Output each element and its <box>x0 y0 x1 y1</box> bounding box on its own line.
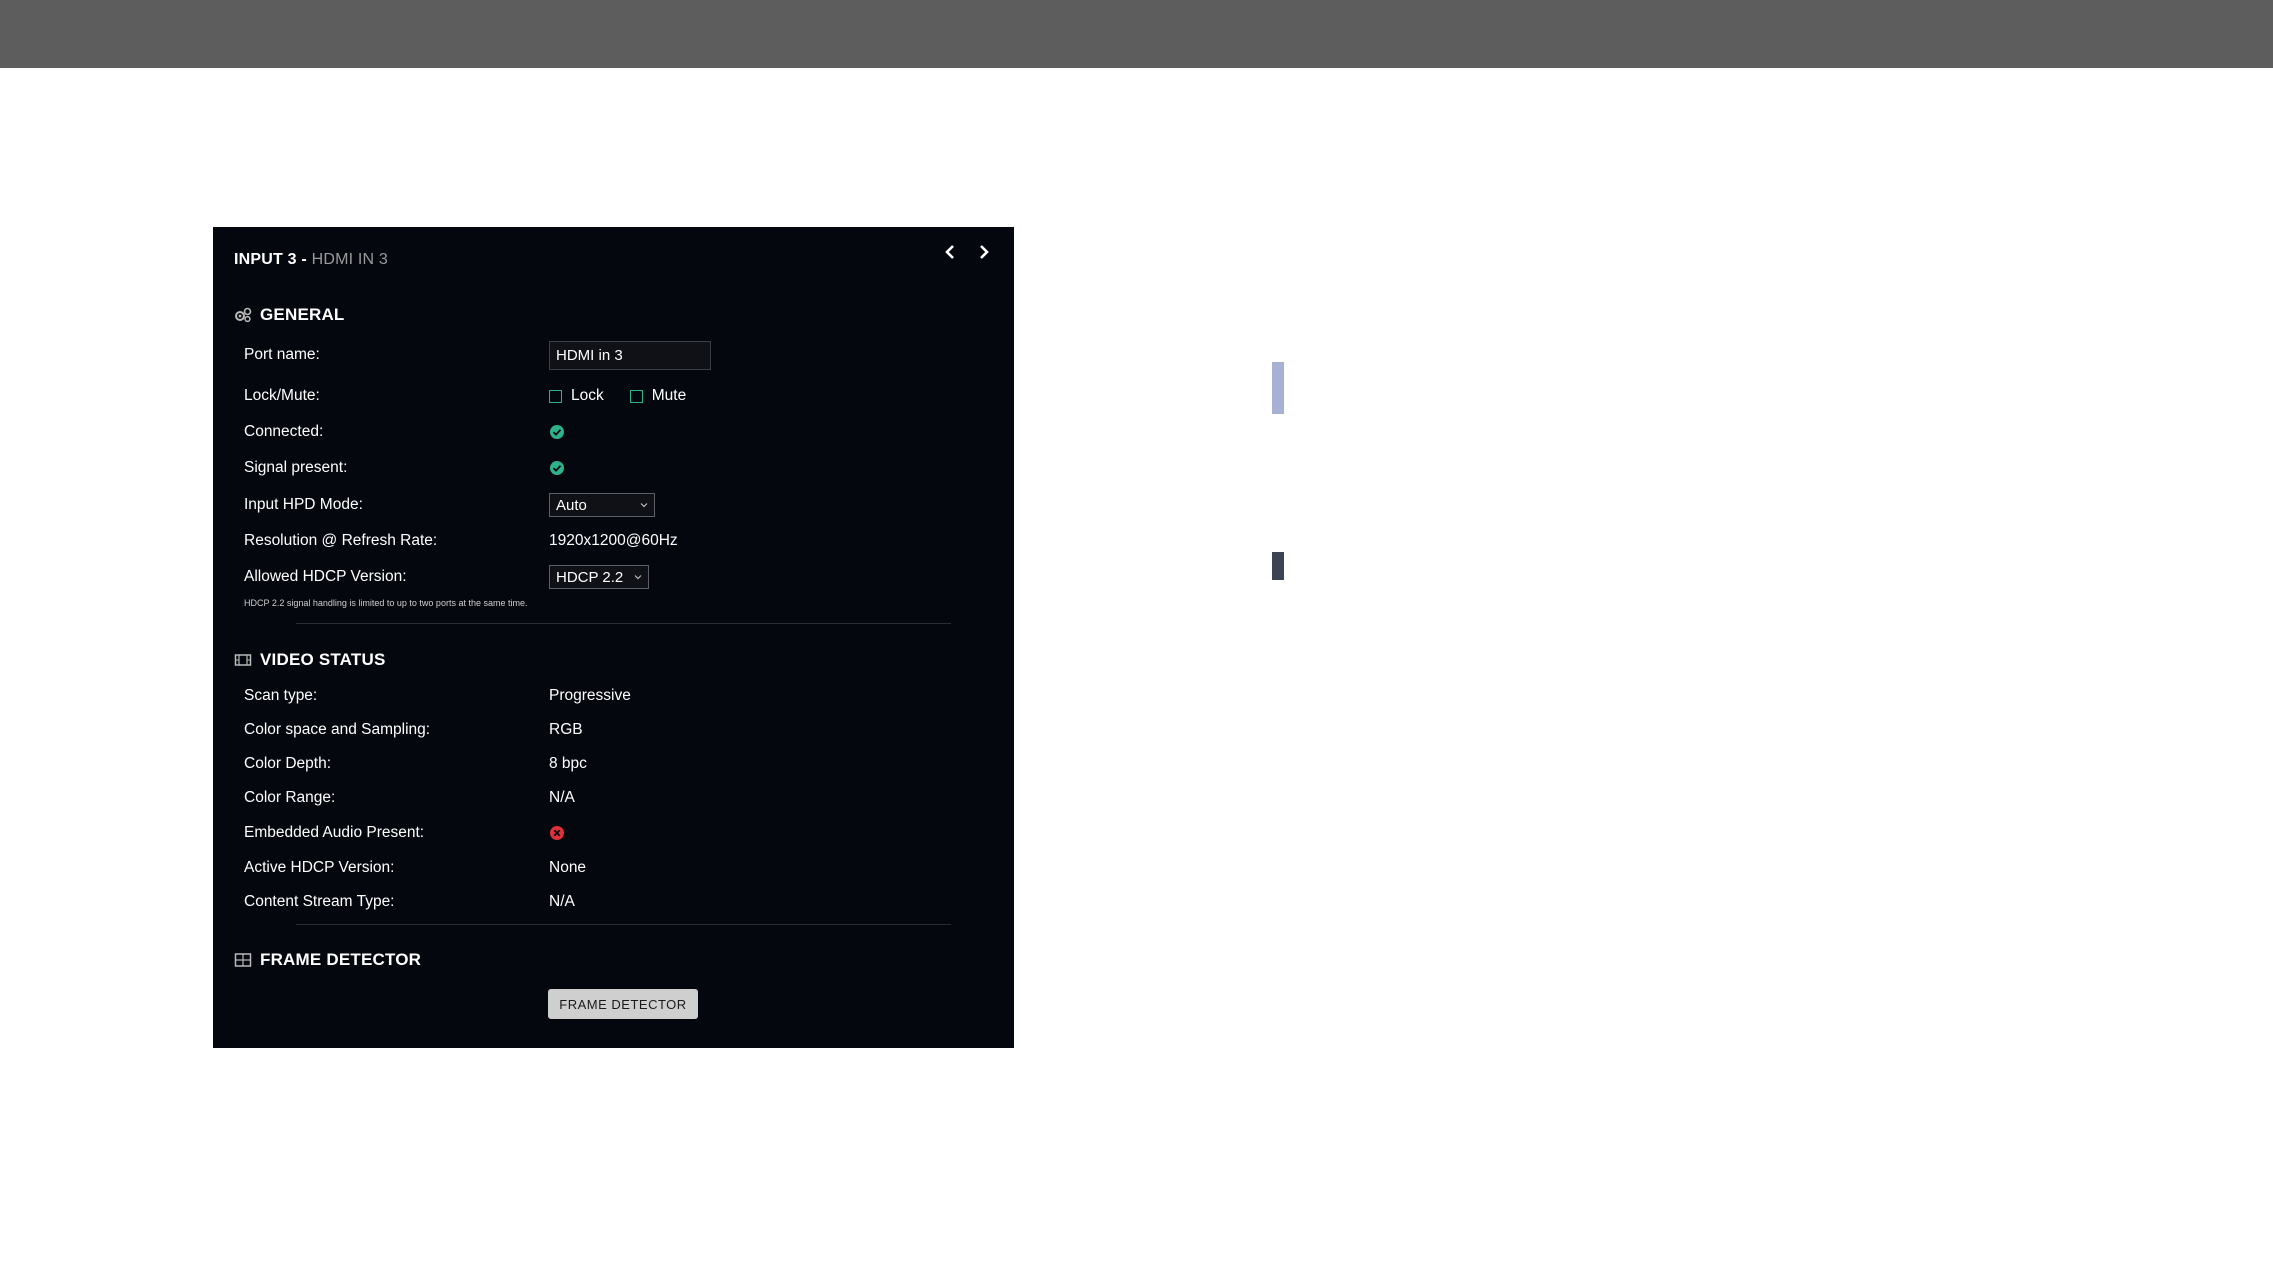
lock-checkbox-label: Lock <box>571 387 604 404</box>
panel-title: INPUT 3 - HDMI IN 3 <box>234 251 388 269</box>
lock-checkbox[interactable]: Lock <box>549 387 604 405</box>
embedded-audio-label: Embedded Audio Present: <box>244 824 425 841</box>
lock-mute-row: Lock/Mute: Lock Mute <box>244 384 984 408</box>
color-range-label: Color Range: <box>244 789 336 806</box>
chevron-left-icon <box>945 245 954 259</box>
signal-present-row: Signal present: <box>244 456 984 480</box>
panel-title-main: INPUT 3 - <box>234 251 312 268</box>
video-status-heading-label: VIDEO STATUS <box>260 650 386 669</box>
hpd-mode-select[interactable]: Auto <box>549 493 655 517</box>
video-status-row: Active HDCP Version: None <box>244 856 984 880</box>
video-status-section-heading: VIDEO STATUS <box>234 650 386 670</box>
video-status-row: Embedded Audio Present: <box>244 821 984 845</box>
mute-checkbox-label: Mute <box>651 387 687 404</box>
resolution-row: Resolution @ Refresh Rate: 1920x1200@60H… <box>244 529 984 553</box>
hpd-mode-row: Input HPD Mode: Auto <box>244 493 984 517</box>
side-marker <box>1272 362 1284 414</box>
connected-label: Connected: <box>244 423 324 440</box>
video-status-row: Scan type: Progressive <box>244 684 984 708</box>
scan-type-label: Scan type: <box>244 687 318 704</box>
next-port-button[interactable] <box>974 241 994 263</box>
color-depth-value: 8 bpc <box>549 755 587 772</box>
frame-detector-button[interactable]: FRAME DETECTOR <box>548 989 698 1019</box>
port-name-row: Port name: <box>244 340 984 370</box>
hdcp-note: HDCP 2.2 signal handling is limited to u… <box>244 598 528 608</box>
lock-mute-label: Lock/Mute: <box>244 387 320 404</box>
general-section-heading: GENERAL <box>234 305 345 325</box>
video-status-row: Content Stream Type: N/A <box>244 890 984 914</box>
grid-icon <box>234 953 252 967</box>
chevron-down-icon <box>634 575 642 580</box>
check-circle-icon <box>550 425 564 439</box>
color-depth-label: Color Depth: <box>244 755 332 772</box>
hdcp-version-select[interactable]: HDCP 2.2 <box>549 565 649 589</box>
color-space-value: RGB <box>549 721 583 738</box>
mute-checkbox-box[interactable] <box>629 389 643 403</box>
active-hdcp-label: Active HDCP Version: <box>244 859 395 876</box>
film-icon <box>234 654 252 666</box>
color-space-label: Color space and Sampling: <box>244 721 431 738</box>
hdcp-version-row: Allowed HDCP Version: HDCP 2.2 <box>244 565 984 589</box>
resolution-label: Resolution @ Refresh Rate: <box>244 532 438 549</box>
video-status-row: Color Depth: 8 bpc <box>244 752 984 776</box>
content-stream-label: Content Stream Type: <box>244 893 395 910</box>
active-hdcp-value: None <box>549 859 587 876</box>
chevron-right-icon <box>980 245 989 259</box>
top-bar <box>0 0 2273 68</box>
hdcp-version-value: HDCP 2.2 <box>556 568 624 586</box>
resolution-value: 1920x1200@60Hz <box>549 532 678 549</box>
frame-detector-section-heading: FRAME DETECTOR <box>234 950 421 970</box>
gears-icon <box>235 307 252 323</box>
previous-port-button[interactable] <box>940 241 960 263</box>
connected-row: Connected: <box>244 420 984 444</box>
lock-checkbox-box[interactable] <box>549 389 562 403</box>
port-name-input[interactable] <box>549 340 711 370</box>
frame-detector-heading-label: FRAME DETECTOR <box>260 950 422 969</box>
video-status-row: Color space and Sampling: RGB <box>244 718 984 742</box>
panel-title-port: HDMI IN 3 <box>311 251 389 268</box>
scan-type-value: Progressive <box>549 687 631 704</box>
section-divider <box>296 924 951 925</box>
side-marker <box>1272 552 1284 580</box>
hpd-mode-label: Input HPD Mode: <box>244 496 363 513</box>
hpd-mode-value: Auto <box>556 496 587 514</box>
color-range-value: N/A <box>549 789 575 806</box>
mute-checkbox[interactable]: Mute <box>629 387 687 405</box>
check-circle-icon <box>550 461 564 475</box>
video-status-row: Color Range: N/A <box>244 786 984 810</box>
error-circle-icon <box>550 826 564 840</box>
input-settings-panel: INPUT 3 - HDMI IN 3 GENERAL Port name: L… <box>213 227 1014 1048</box>
hdcp-version-label: Allowed HDCP Version: <box>244 568 407 585</box>
section-divider <box>296 623 951 624</box>
content-stream-value: N/A <box>549 893 575 910</box>
chevron-down-icon <box>640 503 648 508</box>
general-heading-label: GENERAL <box>260 305 345 324</box>
port-navigation <box>940 241 994 263</box>
signal-present-label: Signal present: <box>244 459 348 476</box>
port-name-label: Port name: <box>244 346 320 363</box>
